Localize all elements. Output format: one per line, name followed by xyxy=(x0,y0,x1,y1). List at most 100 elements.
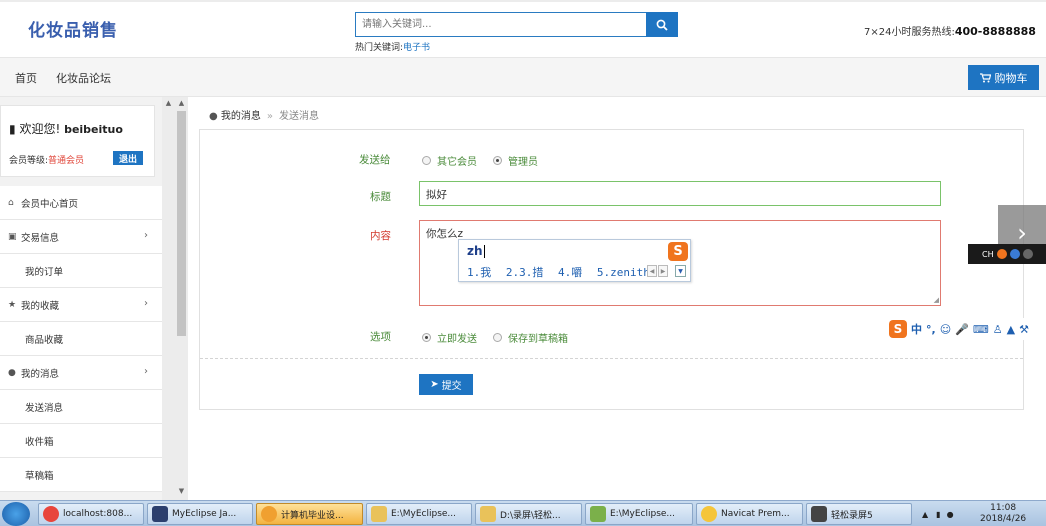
radio-checked-icon xyxy=(422,333,431,342)
taskbar-item-chrome[interactable]: localhost:808... xyxy=(38,503,144,525)
option-label: 选项 xyxy=(370,331,391,343)
page-scrollbar[interactable]: ▲ ▼ xyxy=(175,97,188,500)
sidebar-scrollbar-track[interactable]: ▲ xyxy=(162,97,175,500)
chat-icon xyxy=(261,506,277,522)
ime-candidate[interactable]: 2.3.措 xyxy=(506,266,544,279)
emoji-icon[interactable]: ☺ xyxy=(940,323,951,336)
sidebar-item-label: 商品收藏 xyxy=(25,334,64,346)
network-icon[interactable]: ▮ xyxy=(936,510,940,519)
breadcrumb-parent[interactable]: 我的消息 xyxy=(221,111,261,122)
ime-mode-toggle[interactable]: 中 xyxy=(911,321,922,337)
sidebar-item-inbox[interactable]: 收件箱 xyxy=(0,424,162,458)
briefcase-icon: ▣ xyxy=(8,231,17,242)
sidebar-item-label: 我的收藏 xyxy=(21,300,60,312)
prev-page-icon[interactable]: ◀ xyxy=(647,265,657,277)
sidebar-item-label: 我的消息 xyxy=(21,368,60,380)
qq-icon[interactable]: ● xyxy=(947,510,954,519)
member-level: 会员等级:普通会员 xyxy=(9,153,84,166)
chevron-down-icon[interactable]: ▼ xyxy=(675,265,686,277)
taskbar-item-label: 轻松录屏5 xyxy=(831,510,873,521)
notepad-icon xyxy=(590,506,606,522)
home-icon: ⌂ xyxy=(8,197,14,208)
keyboard-icon[interactable]: ⌨ xyxy=(973,323,989,336)
options-icon[interactable] xyxy=(1022,249,1033,259)
nav-item-forum[interactable]: 化妆品论坛 xyxy=(56,70,111,86)
sidebar-item-product-favorites[interactable]: 商品收藏 xyxy=(0,322,162,356)
scroll-up-arrow-icon[interactable]: ▲ xyxy=(162,99,175,107)
search-button[interactable] xyxy=(646,12,678,37)
ime-candidate[interactable]: 4.嚼 xyxy=(558,266,582,279)
site-header: 化妆品销售 热门关键词:电子书 7×24小时服务热线:400-8888888 xyxy=(0,0,1046,57)
ime-punctuation-toggle[interactable]: °, xyxy=(926,323,936,336)
help-icon[interactable] xyxy=(1009,249,1020,259)
breadcrumb-separator: » xyxy=(266,111,274,122)
radio-label: 管理员 xyxy=(508,157,538,168)
shirt-icon[interactable]: ▲ xyxy=(1007,323,1015,336)
submit-button[interactable]: ➤ 提交 xyxy=(419,374,473,395)
sidebar-item-trade[interactable]: ▣ 交易信息 › xyxy=(0,220,162,254)
radio-icon xyxy=(422,156,431,165)
hotline-number: 400-8888888 xyxy=(954,25,1036,38)
service-hotline: 7×24小时服务热线:400-8888888 xyxy=(864,23,1036,38)
taskbar-item-explorer-3[interactable]: E:\MyEclipse... xyxy=(585,503,693,525)
sidebar-item-label: 会员中心首页 xyxy=(21,198,79,210)
resize-handle-icon[interactable]: ◢ xyxy=(934,296,939,304)
sogou-logo-icon[interactable] xyxy=(996,249,1007,259)
send-now-radio[interactable]: 立即发送 xyxy=(422,330,477,345)
ime-candidate-list: 1.我 2.3.措 4.嚼 5.zenith xyxy=(467,264,658,280)
next-page-icon[interactable]: ▶ xyxy=(658,265,668,277)
chevron-right-icon: › xyxy=(144,366,148,377)
language-indicator[interactable]: CH xyxy=(982,250,994,259)
sidebar-item-drafts[interactable]: 草稿箱 xyxy=(0,458,162,492)
welcome-label: 欢迎您! xyxy=(19,122,61,136)
taskbar-item-screen-recorder[interactable]: 轻松录屏5 xyxy=(806,503,912,525)
system-clock[interactable]: 11:08 2018/4/26 xyxy=(980,503,1026,525)
user-icon[interactable]: ♙ xyxy=(993,323,1003,336)
ime-candidate[interactable]: 5.zenith xyxy=(597,266,650,279)
scroll-up-arrow-icon[interactable]: ▲ xyxy=(175,99,188,107)
breadcrumb: ● 我的消息 » 发送消息 xyxy=(209,107,319,122)
logout-button[interactable]: 退出 xyxy=(113,151,143,165)
title-field[interactable]: 拟好 xyxy=(419,181,941,206)
send-to-admin-radio[interactable]: 管理员 xyxy=(493,153,538,168)
taskbar-item-qq-chat[interactable]: 计算机毕业设... xyxy=(256,503,363,525)
site-logo[interactable]: 化妆品销售 xyxy=(28,16,118,41)
taskbar-item-explorer-2[interactable]: D:\录屏\轻松... xyxy=(475,503,582,525)
search-icon xyxy=(656,19,668,31)
sidebar-item-my-orders[interactable]: 我的订单 xyxy=(0,254,162,288)
sidebar-item-send-message[interactable]: 发送消息 xyxy=(0,390,162,424)
cart-icon xyxy=(979,72,991,82)
scroll-down-arrow-icon[interactable]: ▼ xyxy=(175,487,188,495)
form-divider xyxy=(200,358,1023,359)
cart-button[interactable]: 购物车 xyxy=(968,65,1039,90)
taskbar-item-label: MyEclipse Ja... xyxy=(172,509,237,519)
breadcrumb-current: 发送消息 xyxy=(279,111,320,122)
taskbar-item-myeclipse[interactable]: MyEclipse Ja... xyxy=(147,503,253,525)
scrollbar-thumb[interactable] xyxy=(177,111,186,336)
clock-time: 11:08 xyxy=(990,503,1017,513)
send-icon: ➤ xyxy=(430,379,439,390)
tray-expand-icon[interactable]: ▲ xyxy=(922,510,928,519)
search-input[interactable] xyxy=(356,13,646,36)
start-button-icon[interactable] xyxy=(2,502,30,526)
taskbar-item-navicat[interactable]: Navicat Prem... xyxy=(696,503,803,525)
wrench-icon[interactable]: ⚒ xyxy=(1019,323,1029,336)
send-to-label: 发送给 xyxy=(359,154,391,166)
nav-item-home[interactable]: 首页 xyxy=(15,70,37,86)
chevron-right-icon: › xyxy=(144,230,148,241)
taskbar-item-explorer-1[interactable]: E:\MyEclipse... xyxy=(366,503,472,525)
ime-candidate[interactable]: 1.我 xyxy=(467,266,491,279)
sidebar-item-member-home[interactable]: ⌂ 会员中心首页 xyxy=(0,186,162,220)
sidebar-item-my-messages[interactable]: ● 我的消息 › xyxy=(0,356,162,390)
hot-keywords: 热门关键词:电子书 xyxy=(355,40,430,53)
chrome-icon xyxy=(43,506,59,522)
sidebar-item-favorites[interactable]: ★ 我的收藏 › xyxy=(0,288,162,322)
sogou-logo-icon[interactable]: S xyxy=(889,320,907,338)
search-input-wrapper[interactable] xyxy=(355,12,647,37)
send-to-other-member-radio[interactable]: 其它会员 xyxy=(422,153,477,168)
hot-keyword-link[interactable]: 电子书 xyxy=(403,43,430,53)
sidebar-item-label: 草稿箱 xyxy=(25,470,54,482)
microphone-icon[interactable]: 🎤 xyxy=(955,323,969,336)
save-draft-radio[interactable]: 保存到草稿箱 xyxy=(493,330,568,345)
radio-checked-icon xyxy=(493,156,502,165)
